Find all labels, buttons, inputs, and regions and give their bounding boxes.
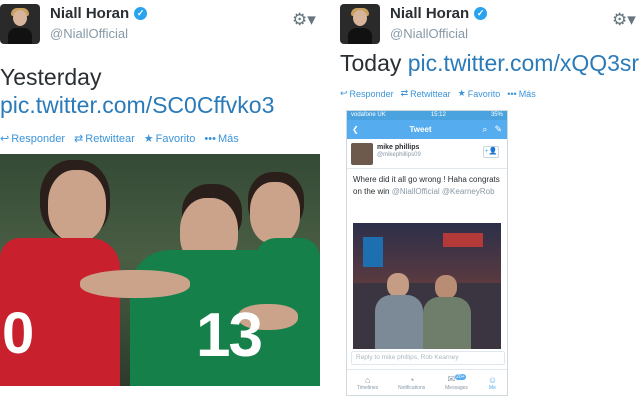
retweet-button[interactable]: ⇄ Retwittear <box>74 132 135 146</box>
person-icon: ☺ <box>487 374 498 385</box>
tweet-left: Niall Horan ✓ @NiallOfficial ⚙▾ Yesterday… <box>0 0 322 400</box>
tweet-link[interactable]: pic.twitter.com/xQQ3sr <box>408 50 639 76</box>
retweet-icon: ⇄ <box>400 88 409 98</box>
retweet-button[interactable]: ⇄ Retwittear <box>401 88 451 99</box>
tab-label: Messages <box>445 385 468 391</box>
author-name-text[interactable]: Niall Horan <box>50 5 129 22</box>
clock: 15:12 <box>430 112 446 118</box>
author-name[interactable]: Niall Horan ✓ <box>390 5 488 22</box>
tab-label: Timelines <box>356 384 379 391</box>
gear-icon[interactable]: ⚙▾ <box>612 10 636 30</box>
jersey-number-red: 0 <box>2 301 35 366</box>
embedded-tweet-header: mike phillips @mikephillips09 +👤 <box>347 139 507 169</box>
compose-icon[interactable]: ✎ <box>494 124 502 135</box>
embedded-tweet-text: Where did it all go wrong ! Haha congrat… <box>347 169 507 203</box>
tab-me[interactable]: ☺ Me <box>488 375 497 391</box>
tweet-text: Yesterday <box>0 64 102 90</box>
nav-title: Tweet <box>409 125 432 134</box>
avatar[interactable] <box>0 4 40 44</box>
tab-timelines[interactable]: ⌂ Timelines <box>357 375 378 391</box>
reply-icon: ↩ <box>340 88 348 98</box>
embedded-avatar[interactable] <box>351 143 373 165</box>
retweet-label: Retwittear <box>85 132 135 145</box>
embedded-photo[interactable] <box>353 223 501 349</box>
reply-input[interactable]: Reply to mike phillips, Rob Kearney <box>351 351 505 365</box>
phone-nav-bar: ❮ Tweet ⌕ ✎ <box>347 120 507 139</box>
tweet-actions: ↩ Responder ⇄ Retwittear ★ Favorito ••• Más <box>340 88 536 99</box>
retweet-icon: ⇄ <box>74 133 84 145</box>
reply-button[interactable]: ↩ Responder <box>0 132 66 146</box>
star-icon: ★ <box>143 133 154 145</box>
retweet-label: Retwittear <box>410 88 451 99</box>
favorite-button[interactable]: ★ Favorito <box>143 132 196 146</box>
favorite-label: Favorito <box>155 132 196 145</box>
rugby-photo[interactable]: 0 13 <box>0 154 320 386</box>
tweet-right: Niall Horan ✓ @NiallOfficial ⚙▾ Today pic… <box>340 0 640 400</box>
tab-label: Me <box>488 384 496 391</box>
author-handle[interactable]: @NiallOfficial <box>50 26 128 41</box>
jersey-number-green: 13 <box>196 301 263 370</box>
tab-notifications[interactable]: ◔ Notifications <box>398 375 425 391</box>
tweet-text-word: Today <box>340 50 402 76</box>
follow-button[interactable]: +👤 <box>483 146 499 158</box>
more-button[interactable]: ••• Más <box>204 132 238 145</box>
reply-icon: ↩ <box>0 133 10 145</box>
tab-label: Notifications <box>398 384 426 391</box>
embedded-author-handle: @mikephillips09 <box>377 152 421 158</box>
reply-button[interactable]: ↩ Responder <box>340 88 394 99</box>
more-label: Más <box>518 88 536 99</box>
favorite-label: Favorito <box>467 88 501 99</box>
carrier: vodafone UK <box>351 112 386 118</box>
phone-tab-bar: ⌂ Timelines ◔ Notifications ✉20+ Messages ☺… <box>347 369 507 395</box>
envelope-icon: ✉20+ <box>447 374 466 384</box>
verified-icon: ✓ <box>134 7 148 20</box>
author-name[interactable]: Niall Horan ✓ <box>50 5 148 22</box>
mention-link[interactable]: @KearneyRob <box>442 187 495 196</box>
reply-label: Responder <box>11 132 66 145</box>
author-name-text[interactable]: Niall Horan <box>390 5 469 22</box>
reply-label: Responder <box>349 88 394 99</box>
messages-badge: 20+ <box>455 374 466 380</box>
tweet-link[interactable]: pic.twitter.com/SC0Cffvko3 <box>0 92 274 119</box>
more-label: Más <box>217 132 239 145</box>
more-icon: ••• <box>507 88 517 99</box>
more-button[interactable]: ••• Más <box>507 88 535 99</box>
more-icon: ••• <box>204 132 216 145</box>
search-icon[interactable]: ⌕ <box>482 124 487 135</box>
battery: 35% <box>490 112 503 118</box>
avatar[interactable] <box>340 4 380 44</box>
favorite-button[interactable]: ★ Favorito <box>458 88 501 99</box>
embedded-author-name[interactable]: mike phillips <box>377 144 419 151</box>
star-icon: ★ <box>457 88 466 98</box>
phone-status-bar: vodafone UK 15:12 35% <box>347 111 507 120</box>
back-icon[interactable]: ❮ <box>352 125 359 134</box>
author-handle[interactable]: @NiallOfficial <box>390 26 468 41</box>
home-icon: ⌂ <box>364 374 371 385</box>
tab-messages[interactable]: ✉20+ Messages <box>445 374 468 391</box>
phone-screenshot[interactable]: vodafone UK 15:12 35% ❮ Tweet ⌕ ✎ mike ph… <box>346 110 508 396</box>
gear-icon[interactable]: ⚙▾ <box>292 10 316 30</box>
verified-icon: ✓ <box>474 7 488 20</box>
tweet-actions: ↩ Responder ⇄ Retwittear ★ Favorito ••• Más <box>0 132 239 146</box>
bell-icon: ◔ <box>408 374 415 385</box>
mention-link[interactable]: @NiallOfficial <box>392 187 440 196</box>
tweet-text: Today pic.twitter.com/xQQ3sr <box>340 50 639 77</box>
